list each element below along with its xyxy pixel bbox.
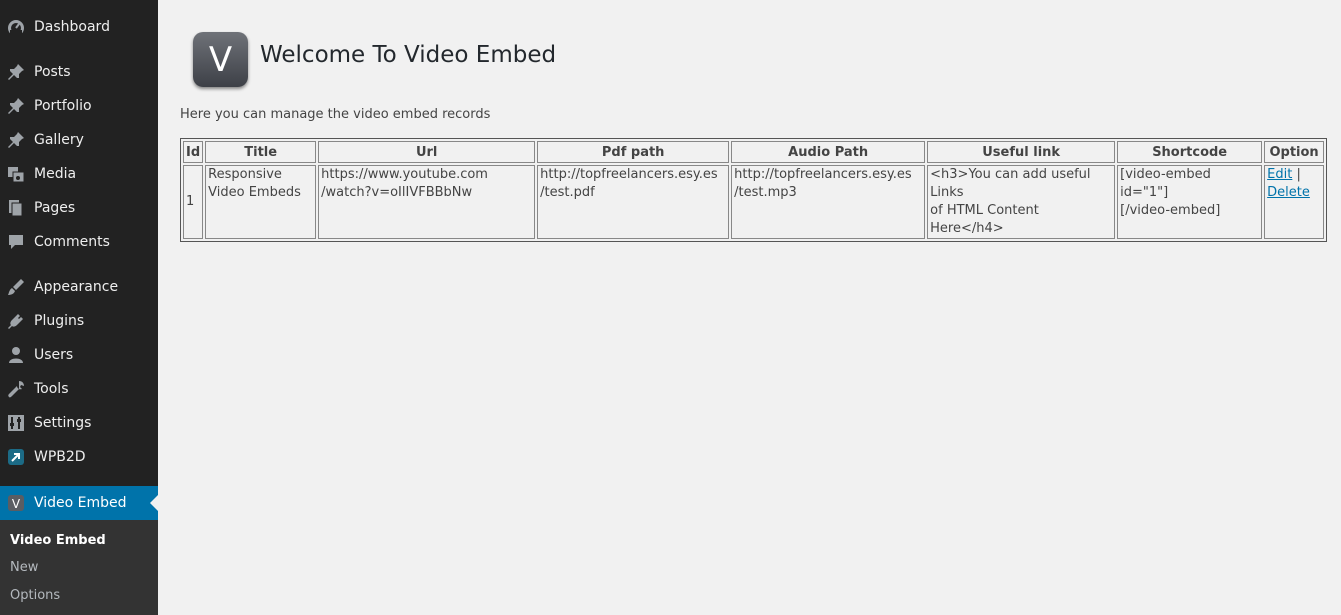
audio-line: /test.mp3 (734, 185, 797, 200)
menu-item-dashboard[interactable]: Dashboard (0, 10, 158, 44)
menu-item-comments[interactable]: Comments (0, 225, 158, 259)
column-header-pdf-path: Pdf path (537, 141, 730, 163)
pages-icon (7, 199, 25, 217)
video-embed-submenu: Video Embed New Options (0, 520, 158, 615)
wrench-icon (7, 380, 25, 398)
menu-label: Dashboard (34, 19, 110, 35)
menu-label: Settings (34, 415, 92, 431)
cell-url: https://www.youtube.com/watch?v=oIlIVFBB… (318, 165, 536, 239)
url-line: /watch?v=oIlIVFBBbNw (321, 185, 473, 200)
menu-item-portfolio[interactable]: Portfolio (0, 89, 158, 123)
pdf-line: http://topfreelancers.esy.es (540, 167, 718, 182)
menu-label: Appearance (34, 279, 119, 295)
edit-link[interactable]: Edit (1267, 167, 1292, 182)
page-description: Here you can manage the video embed reco… (180, 107, 491, 122)
cell-title: Responsive Video Embeds (205, 165, 317, 239)
column-header-id: Id (183, 141, 204, 163)
column-header-title: Title (205, 141, 317, 163)
records-table: Id Title Url Pdf path Audio Path Useful … (180, 138, 1327, 242)
cell-id: 1 (183, 165, 204, 239)
menu-item-media[interactable]: Media (0, 157, 158, 191)
delete-link[interactable]: Delete (1267, 185, 1310, 200)
user-icon (7, 346, 25, 364)
shortcode-line: [video-embed id="1"] (1120, 167, 1211, 200)
cell-audio-path: http://topfreelancers.esy.es/test.mp3 (731, 165, 926, 239)
url-line: https://www.youtube.com (321, 167, 488, 182)
cell-pdf-path: http://topfreelancers.esy.es/test.pdf (537, 165, 730, 239)
menu-label: Comments (34, 234, 110, 250)
pin-icon (7, 63, 25, 81)
submenu-video-embed[interactable]: Video Embed (10, 533, 106, 548)
menu-item-video-embed[interactable]: V Video Embed (0, 486, 158, 520)
media-icon (7, 165, 25, 183)
menu-label: Gallery (34, 132, 84, 148)
link-line: <h3>You can add useful Links (930, 167, 1091, 200)
pin-icon (7, 97, 25, 115)
cell-useful-link: <h3>You can add useful Links of HTML Cont… (927, 165, 1116, 239)
pdf-line: /test.pdf (540, 185, 595, 200)
page-title: Welcome To Video Embed (260, 42, 557, 68)
menu-item-tools[interactable]: Tools (0, 372, 158, 406)
wpb2d-icon (7, 448, 25, 466)
submenu-options[interactable]: Options (10, 588, 60, 603)
title-line: Responsive (208, 167, 282, 182)
menu-item-plugins[interactable]: Plugins (0, 304, 158, 338)
column-header-useful-link: Useful link (927, 141, 1116, 163)
video-embed-logo: V (193, 32, 248, 87)
menu-label: Posts (34, 64, 71, 80)
comment-icon (7, 233, 25, 251)
menu-item-gallery[interactable]: Gallery (0, 123, 158, 157)
column-header-url: Url (318, 141, 536, 163)
column-header-shortcode: Shortcode (1117, 141, 1263, 163)
menu-label: Tools (34, 381, 69, 397)
menu-label: Pages (34, 200, 76, 216)
submenu-new[interactable]: New (10, 560, 38, 575)
menu-item-wpb2d[interactable]: WPB2D (0, 440, 158, 474)
table-header-row: Id Title Url Pdf path Audio Path Useful … (183, 141, 1324, 163)
menu-item-users[interactable]: Users (0, 338, 158, 372)
menu-item-posts[interactable]: Posts (0, 55, 158, 89)
dashboard-icon (7, 18, 25, 36)
audio-line: http://topfreelancers.esy.es (734, 167, 912, 182)
cell-option: Edit | Delete (1264, 165, 1324, 239)
menu-label: WPB2D (34, 449, 86, 465)
svg-text:V: V (12, 497, 21, 511)
pin-icon (7, 131, 25, 149)
video-embed-icon: V (7, 494, 25, 512)
table-row: 1 Responsive Video Embeds https://www.you… (183, 165, 1324, 239)
paintbrush-icon (7, 278, 25, 296)
cell-shortcode: [video-embed id="1"] [/video-embed] (1117, 165, 1263, 239)
menu-item-settings[interactable]: Settings (0, 406, 158, 440)
column-header-option: Option (1264, 141, 1324, 163)
menu-label: Plugins (34, 313, 85, 329)
column-header-audio-path: Audio Path (731, 141, 926, 163)
shortcode-line: [/video-embed] (1120, 203, 1221, 218)
admin-sidebar: Dashboard Posts Portfolio Gallery Media … (0, 0, 158, 615)
menu-item-pages[interactable]: Pages (0, 191, 158, 225)
settings-icon (7, 414, 25, 432)
menu-label: Portfolio (34, 98, 92, 114)
link-line: of HTML Content Here</h4> (930, 203, 1039, 236)
menu-label: Media (34, 166, 77, 182)
menu-label: Users (34, 347, 74, 363)
menu-item-appearance[interactable]: Appearance (0, 270, 158, 304)
option-separator: | (1296, 167, 1301, 182)
plug-icon (7, 312, 25, 330)
title-line: Video Embeds (208, 185, 301, 200)
menu-label: Video Embed (34, 495, 127, 511)
